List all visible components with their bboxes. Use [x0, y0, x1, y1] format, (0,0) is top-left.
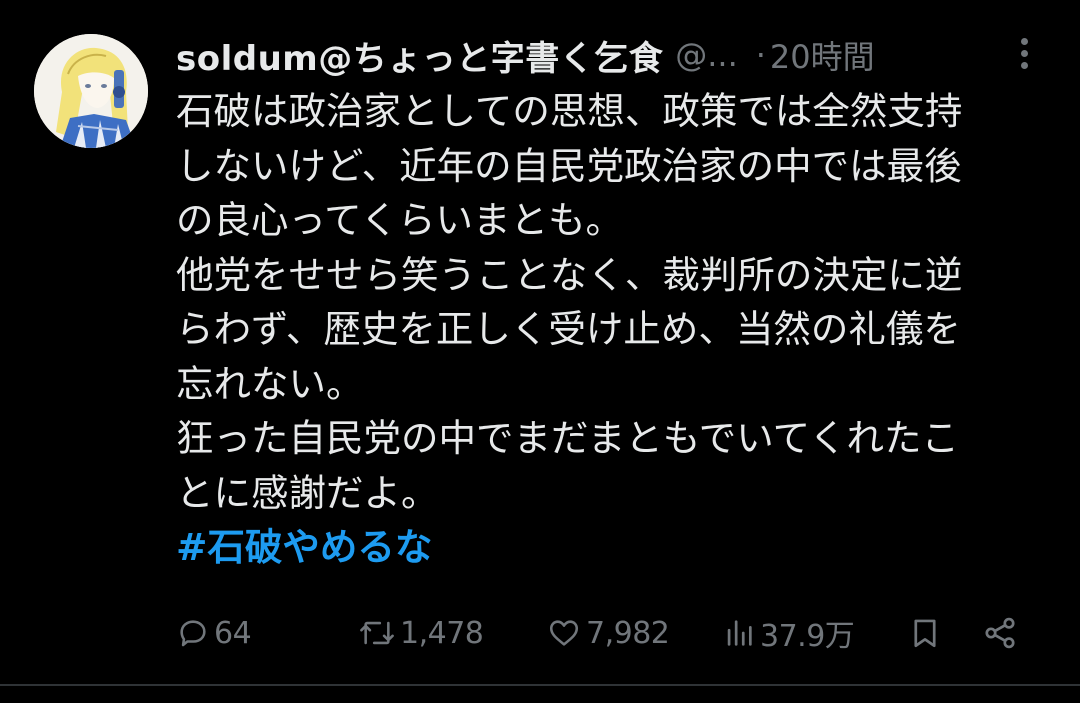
display-name[interactable]: soldum@ちょっと字書く乞食 — [176, 31, 663, 80]
share-button[interactable] — [982, 605, 1018, 661]
hashtag-link[interactable]: #石破やめるな — [176, 520, 1026, 575]
action-bar: 64 1,478 7,982 37.9万 — [176, 605, 1036, 661]
retweet-count: 1,478 — [400, 615, 484, 651]
separator-dot: · — [755, 36, 766, 74]
tweet-text-line: らわず、歴史を正しく受け止め、当然の礼儀を — [176, 307, 961, 351]
reply-count: 64 — [214, 615, 252, 651]
tweet-text-line: しないけど、近年の自民党政治家の中では最後 — [176, 143, 962, 188]
heart-icon — [546, 616, 582, 650]
like-count: 7,982 — [586, 615, 670, 651]
avatar[interactable] — [34, 34, 148, 148]
share-icon — [982, 615, 1018, 651]
bookmark-icon — [908, 615, 942, 651]
more-dots-icon[interactable] — [1018, 38, 1030, 74]
tweet-text-line: の良心ってくらいまとも。 — [176, 198, 623, 242]
retweet-button[interactable]: 1,478 — [358, 605, 484, 661]
tweet-header: soldum@ちょっと字書く乞食 @... · 20時間 — [176, 30, 1036, 80]
views-button[interactable]: 37.9万 — [722, 605, 855, 661]
user-handle[interactable]: @... — [675, 36, 738, 74]
bookmark-button[interactable] — [908, 605, 942, 661]
views-icon — [722, 616, 756, 650]
reply-button[interactable]: 64 — [176, 605, 252, 661]
timestamp[interactable]: 20時間 — [770, 32, 875, 78]
avatar-illustration — [34, 34, 148, 148]
tweet-text-line: とに感謝だよ。 — [176, 470, 439, 515]
tweet-text-line: 石破は政治家としての思想、政策では全然支持 — [176, 89, 963, 133]
like-button[interactable]: 7,982 — [546, 605, 670, 661]
retweet-icon — [358, 616, 396, 650]
tweet-text-line: 他党をせせら笑うことなく、裁判所の決定に逆 — [176, 252, 963, 297]
tweet-text: 石破は政治家としての思想、政策では全然支持 しないけど、近年の自民党政治家の中で… — [176, 84, 1026, 575]
reply-icon — [176, 616, 210, 650]
tweet-text-line: 狂った自民党の中でまだまともでいてくれたこ — [176, 416, 959, 460]
view-count: 37.9万 — [760, 619, 855, 654]
tweet[interactable]: soldum@ちょっと字書く乞食 @... · 20時間 石破は政治家としての思… — [0, 0, 1080, 703]
divider — [0, 684, 1080, 686]
tweet-text-line: 忘れない。 — [176, 361, 364, 406]
